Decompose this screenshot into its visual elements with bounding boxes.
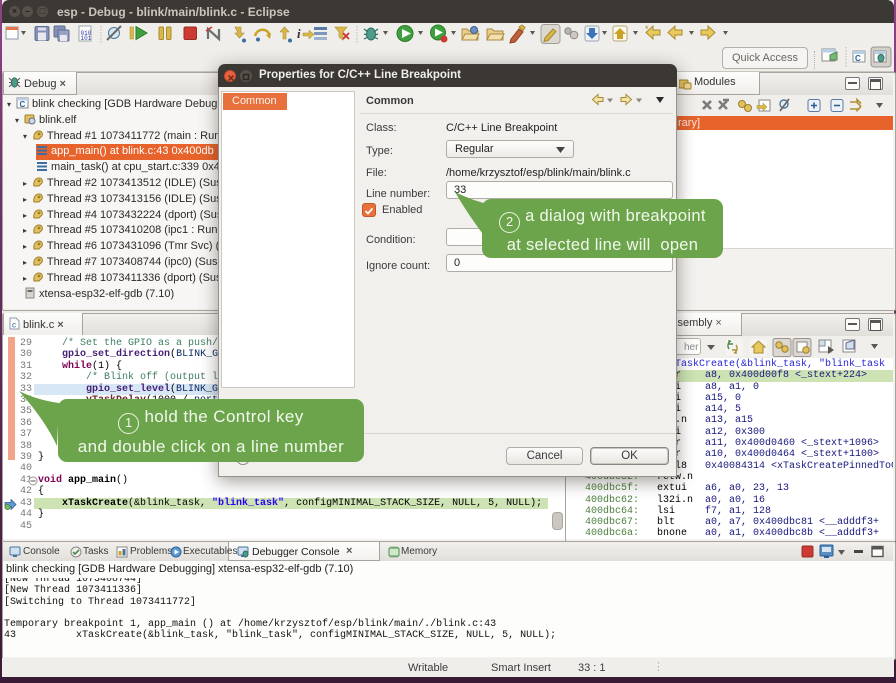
svg-text:C: C <box>20 100 26 109</box>
svg-text:101: 101 <box>81 35 92 42</box>
svg-text:C: C <box>855 54 861 63</box>
svg-text:c: c <box>12 321 16 330</box>
svg-text:i: i <box>297 26 301 41</box>
svg-text:*: * <box>645 24 649 34</box>
